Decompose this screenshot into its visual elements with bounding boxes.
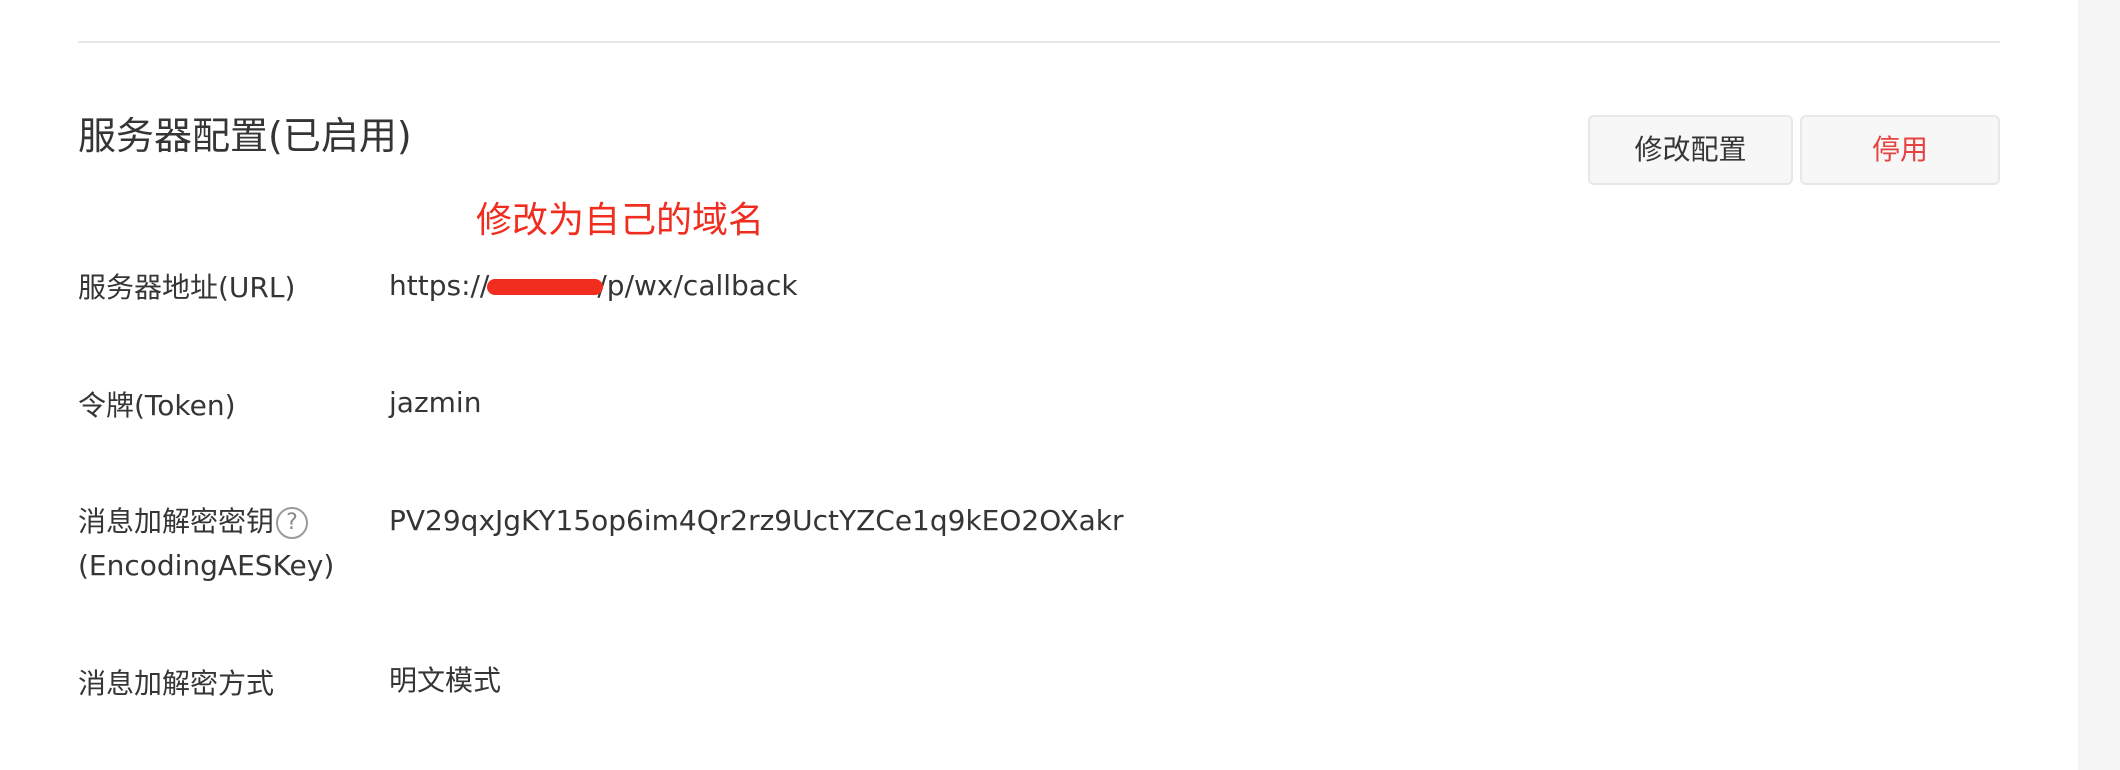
aes-key-label-line1: 消息加解密密钥 <box>78 505 275 538</box>
right-side-strip <box>2078 0 2120 770</box>
encrypt-mode-value: 明文模式 <box>389 664 502 697</box>
token-label: 令牌(Token) <box>78 389 236 422</box>
token-value: jazmin <box>389 386 482 419</box>
question-circle-icon[interactable]: ? <box>276 507 309 539</box>
url-value: https:// /p/wx/callback <box>389 264 798 308</box>
server-config-page: 服务器配置(已启用) 修改配置 停用 修改为自己的域名 服务器地址(URL) h… <box>0 0 2120 770</box>
annotation-note: 修改为自己的域名 <box>476 200 765 241</box>
aes-key-label: 消息加解密密钥? <box>78 500 309 544</box>
modify-config-button[interactable]: 修改配置 <box>1588 115 1793 185</box>
top-divider <box>78 41 2000 43</box>
aes-key-label-line2: (EncodingAESKey) <box>78 549 335 582</box>
url-label: 服务器地址(URL) <box>78 271 296 304</box>
url-value-prefix: https:// <box>389 269 490 302</box>
encrypt-mode-label: 消息加解密方式 <box>78 667 275 700</box>
aes-key-value: PV29qxJgKY15op6im4Qr2rz9UctYZCe1q9kEO2OX… <box>389 504 1124 537</box>
section-title: 服务器配置(已启用) <box>78 114 412 158</box>
redacted-domain <box>487 264 604 308</box>
redaction-mark <box>487 279 604 295</box>
disable-button[interactable]: 停用 <box>1800 115 2000 185</box>
url-value-suffix: /p/wx/callback <box>597 269 798 302</box>
